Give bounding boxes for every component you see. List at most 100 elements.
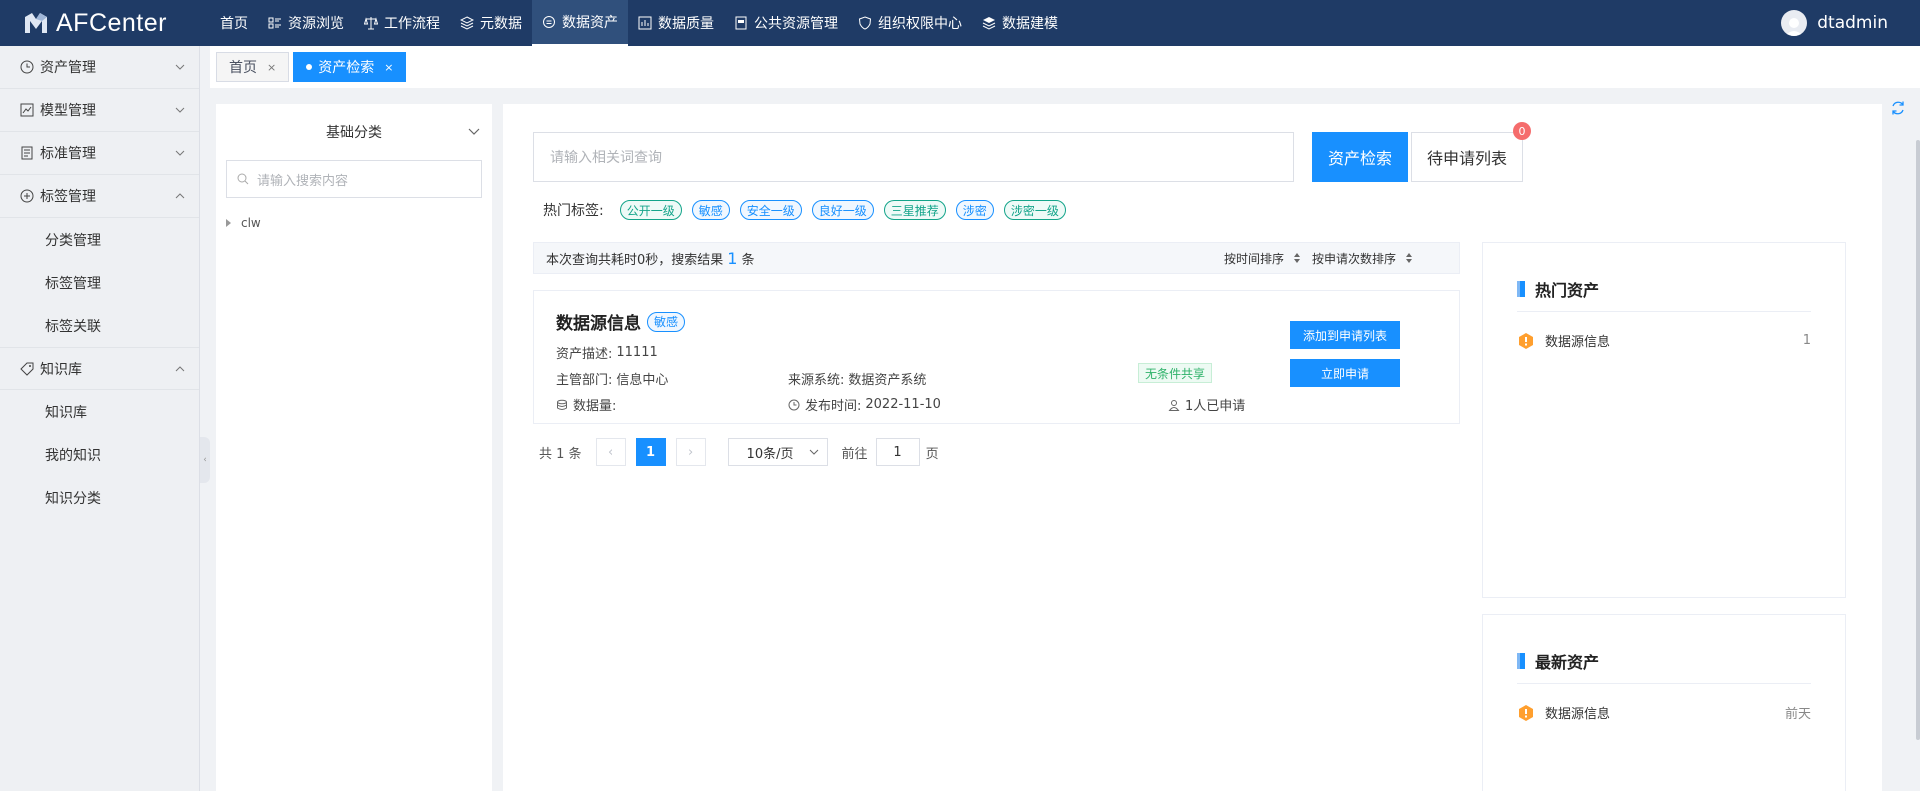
- asset-source-value: 数据资产系统: [848, 373, 927, 388]
- nav-data-assets[interactable]: 数据资产: [532, 0, 628, 46]
- hot-tag[interactable]: 三星推荐: [883, 200, 946, 220]
- active-dot: [306, 64, 313, 70]
- sidebar-subitem-my-knowledge[interactable]: 我的知识: [0, 433, 199, 476]
- avatar: [1781, 10, 1808, 36]
- divider: [1517, 683, 1811, 684]
- layers-icon: [460, 16, 474, 30]
- page-number-button[interactable]: 1: [635, 438, 666, 466]
- sidebar-item-model-management[interactable]: 模型管理: [0, 89, 199, 132]
- hot-tag[interactable]: 敏感: [691, 200, 730, 220]
- chevron-down-icon: [809, 449, 818, 455]
- sidebar-item-standard-management[interactable]: 标准管理: [0, 132, 199, 175]
- asset-publish-time: 发布时间: 2022-11-10: [788, 395, 941, 414]
- hot-asset-item[interactable]: 数据源信息 1: [1517, 331, 1811, 350]
- sort-by-applications[interactable]: 按申请次数排序: [1312, 243, 1413, 273]
- hot-tag[interactable]: 涉密一级: [1003, 200, 1066, 220]
- apply-now-button[interactable]: 立即申请: [1290, 359, 1400, 387]
- sidebar-subitem-tag-management[interactable]: 标签管理: [0, 261, 199, 304]
- prev-page-button[interactable]: ‹: [595, 438, 626, 466]
- nav-workflow[interactable]: 工作流程: [354, 0, 450, 46]
- hot-tag[interactable]: 公开一级: [619, 200, 682, 220]
- sidebar-subitem-tag-association[interactable]: 标签关联: [0, 304, 199, 347]
- tab-home[interactable]: 首页 ×: [216, 52, 290, 82]
- asset-tag: 敏感: [647, 311, 686, 332]
- tab-label: 资产检索: [318, 60, 375, 76]
- new-asset-name: 数据源信息: [1545, 707, 1611, 722]
- share-type-tag: 无条件共享: [1138, 363, 1213, 383]
- close-icon[interactable]: ×: [267, 61, 276, 74]
- search-icon: [237, 173, 249, 185]
- sort-by-time[interactable]: 按时间排序: [1224, 243, 1301, 273]
- asset-search-button[interactable]: 资产检索: [1312, 132, 1408, 182]
- sidebar-item-knowledge-base[interactable]: 知识库: [0, 347, 199, 390]
- page-scrollbar[interactable]: [1916, 140, 1920, 740]
- goto-page-input[interactable]: 1: [875, 438, 920, 466]
- nav-workflow-label: 工作流程: [384, 16, 440, 32]
- asset-search-input[interactable]: 请输入相关词查询: [533, 132, 1294, 182]
- asset-title[interactable]: 数据源信息 敏感: [556, 309, 686, 334]
- result-summary-bar: 本次查询共耗时0秒，搜索结果 1 条 按时间排序 按申请次数排序: [533, 242, 1460, 274]
- hot-tag[interactable]: 涉密: [955, 200, 994, 220]
- sidebar-item-label: 资产管理: [40, 60, 96, 76]
- sidebar-item-tag-management[interactable]: 标签管理: [0, 175, 199, 218]
- sidebar: 资产管理 模型管理 标准管理 标签管理 分类管理 标签管理 标签关联 知识库 知…: [0, 46, 200, 791]
- asset-card: 数据源信息 敏感 资产描述: 11111 主管部门: 信息中心 来源系统: 数据…: [533, 290, 1460, 424]
- pagination-total: 共 1 条: [539, 446, 582, 462]
- nav-data-quality-label: 数据质量: [658, 16, 714, 32]
- hot-tag[interactable]: 安全一级: [739, 200, 802, 220]
- user-menu[interactable]: dtadmin: [1781, 0, 1888, 46]
- result-unit: 条: [741, 252, 755, 268]
- new-asset-item[interactable]: 数据源信息 前天: [1517, 703, 1811, 722]
- close-icon[interactable]: ×: [384, 61, 393, 74]
- new-assets-title-text: 最新资产: [1535, 653, 1600, 672]
- sidebar-collapse-handle[interactable]: ‹: [200, 437, 210, 483]
- nav-org-permissions[interactable]: 组织权限中心: [848, 0, 972, 46]
- scale-icon: [364, 17, 378, 30]
- category-search-input[interactable]: 请输入搜索内容: [226, 160, 482, 198]
- nav-data-modeling[interactable]: 数据建模: [972, 0, 1068, 46]
- sort-caret-icon: [1406, 253, 1413, 263]
- sidebar-subitem-knowledge-category[interactable]: 知识分类: [0, 476, 199, 519]
- tab-asset-search[interactable]: 资产检索 ×: [293, 52, 407, 82]
- hot-tag[interactable]: 良好一级: [811, 200, 874, 220]
- sidebar-item-label: 知识库: [40, 361, 82, 378]
- goto-unit: 页: [925, 446, 939, 462]
- tag-icon: [20, 362, 34, 376]
- page-size-select[interactable]: 10条/页: [727, 438, 828, 466]
- chevron-up-icon: [175, 366, 185, 372]
- asset-department-value: 信息中心: [616, 373, 669, 388]
- nav-resource-browse[interactable]: 资源浏览: [258, 0, 354, 46]
- next-page-button[interactable]: ›: [675, 438, 706, 466]
- nav-home[interactable]: 首页: [210, 0, 258, 46]
- sidebar-item-asset-management[interactable]: 资产管理: [0, 46, 199, 89]
- refresh-icon[interactable]: [1890, 100, 1906, 116]
- category-panel-header[interactable]: 基础分类: [216, 104, 492, 160]
- asset-volume: 数据量:: [556, 395, 616, 414]
- asset-source-system: 来源系统: 数据资产系统: [788, 369, 926, 388]
- sidebar-subitem-category-management[interactable]: 分类管理: [0, 218, 199, 261]
- chevron-down-icon: [468, 128, 480, 135]
- nav-data-quality[interactable]: 数据质量: [628, 0, 724, 46]
- list-icon: [268, 17, 281, 29]
- nav-metadata[interactable]: 元数据: [450, 0, 532, 46]
- caret-right-icon[interactable]: [226, 219, 231, 227]
- nav-public-resources[interactable]: 公共资源管理: [724, 0, 848, 46]
- goto-label: 前往: [841, 446, 868, 462]
- chevron-left-icon: ‹: [203, 455, 207, 465]
- app-logo[interactable]: AFCenter: [0, 9, 210, 38]
- sort-by-applications-label: 按申请次数排序: [1312, 251, 1397, 266]
- result-count: 1: [727, 248, 738, 268]
- top-bar: AFCenter 首页 资源浏览 工作流程 元数据 数据资产 数据质量 公共资源…: [0, 0, 1920, 46]
- database-icon: [557, 399, 567, 410]
- main-nav: 首页 资源浏览 工作流程 元数据 数据资产 数据质量 公共资源管理 组织权限中心: [210, 0, 1068, 46]
- chevron-down-icon: [175, 64, 185, 70]
- chevron-left-icon: ‹: [607, 444, 614, 460]
- add-to-request-list-button[interactable]: 添加到申请列表: [1290, 321, 1400, 349]
- asset-search-placeholder: 请输入相关词查询: [550, 150, 662, 166]
- tree-node[interactable]: clw: [216, 216, 492, 230]
- asset-applicants-text: 1人已申请: [1185, 399, 1246, 414]
- pending-list-button[interactable]: 待申请列表: [1411, 132, 1523, 182]
- sidebar-item-label: 标签管理: [40, 189, 96, 205]
- sidebar-subitem-knowledge-base[interactable]: 知识库: [0, 390, 199, 433]
- sort-caret-icon: [1294, 253, 1301, 263]
